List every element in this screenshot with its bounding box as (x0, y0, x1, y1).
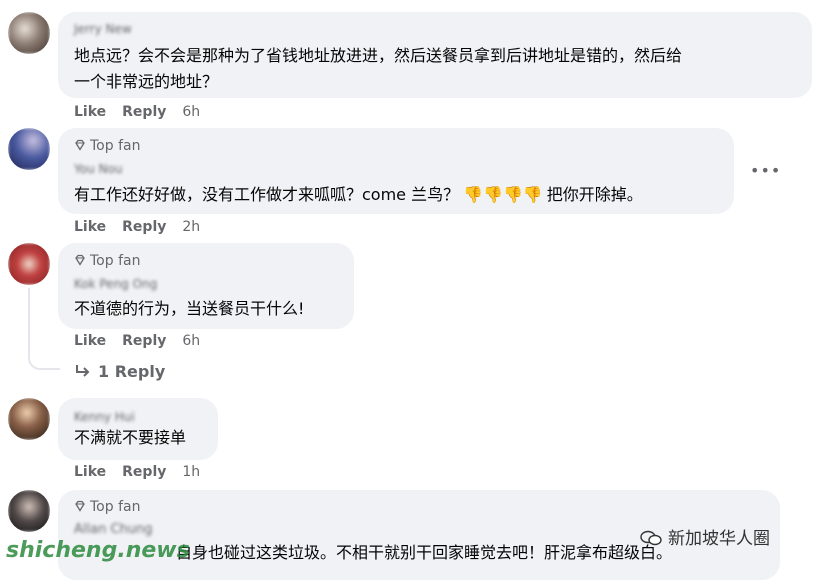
like-button[interactable]: Like (74, 219, 106, 235)
timestamp[interactable]: 2h (182, 219, 200, 235)
commenter-name[interactable]: Kenny Hui (74, 410, 135, 424)
diamond-icon (75, 254, 85, 266)
comment-text: 自身也碰过这类垃圾。不相干就别干回家睡觉去吧！肝泥拿布超级白。 (176, 543, 673, 562)
reply-button[interactable]: Reply (122, 333, 166, 349)
thread-line (28, 288, 60, 370)
wechat-icon (640, 530, 662, 546)
comment-actions: Like Reply 6h (74, 333, 216, 349)
comment-text: 有工作还好好做，没有工作做才来呱呱？come 兰鸟？ 👎👎👎👎 把你开除掉。 (74, 185, 643, 204)
view-replies-link[interactable]: 1 Reply (74, 362, 165, 381)
comment-text: 不道德的行为，当送餐员干什么! (74, 299, 305, 318)
avatar[interactable] (8, 490, 50, 532)
top-fan-badge: Top fan (74, 499, 140, 515)
like-button[interactable]: Like (74, 464, 106, 480)
avatar[interactable] (8, 398, 50, 440)
comment-text: 一个非常远的地址？ (74, 72, 219, 91)
comment-actions: Like Reply 6h (74, 104, 216, 120)
reply-button[interactable]: Reply (122, 104, 166, 120)
watermark-right: 新加坡华人圈 (640, 524, 770, 549)
like-button[interactable]: Like (74, 104, 106, 120)
watermark-left: shicheng.news (6, 538, 190, 563)
reply-button[interactable]: Reply (122, 464, 166, 480)
reply-button[interactable]: Reply (122, 219, 166, 235)
comment-text: 不满就不要接单 (74, 428, 187, 447)
commenter-name[interactable]: Jerry New (74, 22, 132, 36)
like-button[interactable]: Like (74, 333, 106, 349)
comment-actions: Like Reply 1h (74, 464, 216, 480)
reply-arrow-icon (76, 365, 90, 377)
timestamp[interactable]: 6h (182, 104, 200, 120)
avatar[interactable] (8, 12, 50, 54)
comment-text: 地点远？会不会是那种为了省钱地址放进进，然后送餐员拿到后讲地址是错的，然后给 (74, 46, 683, 65)
top-fan-badge: Top fan (74, 138, 140, 154)
commenter-name[interactable]: You Nou (74, 162, 122, 176)
diamond-icon (75, 139, 85, 151)
avatar[interactable] (8, 128, 50, 170)
commenter-name[interactable]: Kok Peng Ong (74, 277, 157, 291)
avatar[interactable] (8, 243, 50, 285)
more-options-icon[interactable]: ••• (750, 161, 781, 180)
commenter-name[interactable]: Allan Chung (74, 522, 153, 537)
timestamp[interactable]: 6h (182, 333, 200, 349)
top-fan-badge: Top fan (74, 253, 140, 269)
comment-actions: Like Reply 2h (74, 219, 216, 235)
diamond-icon (75, 500, 85, 512)
thumbs-down-emoji: 👎👎👎👎 (463, 185, 543, 204)
timestamp[interactable]: 1h (182, 464, 200, 480)
